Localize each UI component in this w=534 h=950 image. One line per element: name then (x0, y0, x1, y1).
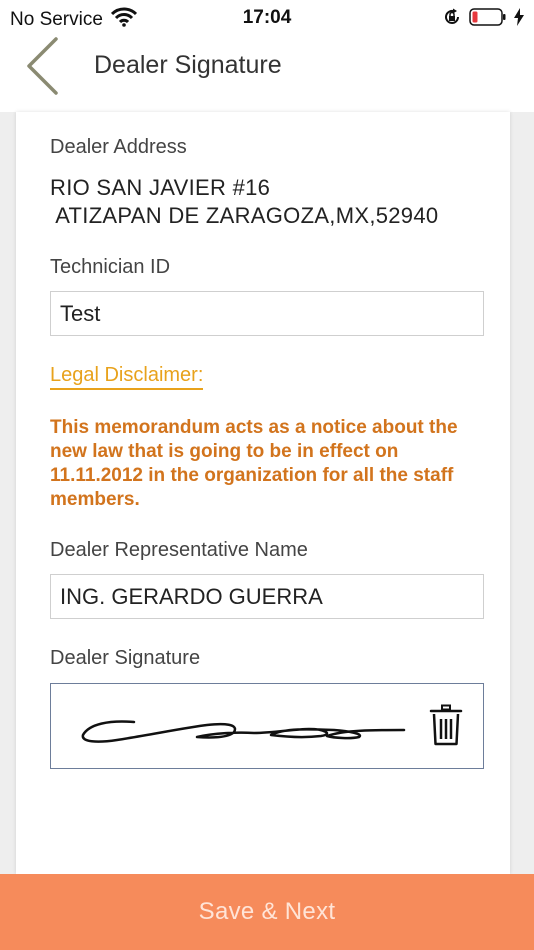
charging-bolt-icon (514, 8, 524, 32)
save-next-button[interactable]: Save & Next (0, 874, 534, 950)
trash-icon (429, 704, 463, 746)
form-card: Dealer Address RIO SAN JAVIER #16 ATIZAP… (16, 112, 510, 874)
page-title: Dealer Signature (94, 51, 282, 79)
legal-disclaimer-link[interactable]: Legal Disclaimer: (50, 364, 204, 390)
representative-name-input[interactable] (50, 574, 484, 619)
signature-pad[interactable] (50, 683, 484, 769)
status-right (435, 7, 524, 33)
battery-low-icon (469, 8, 507, 32)
technician-id-label: Technician ID (50, 256, 171, 278)
nav-bar: Dealer Signature (0, 36, 534, 112)
chevron-left-icon (27, 37, 58, 95)
dealer-address-value: RIO SAN JAVIER #16 ATIZAPAN DE ZARAGOZA,… (50, 175, 439, 228)
back-button[interactable] (20, 36, 70, 100)
orientation-lock-icon (442, 7, 462, 33)
technician-id-input[interactable] (50, 291, 484, 336)
dealer-signature-label: Dealer Signature (50, 647, 201, 669)
signature-stroke (81, 720, 406, 743)
dealer-address-label: Dealer Address (50, 136, 187, 158)
status-bar: No Service 17:04 (0, 0, 534, 36)
legal-disclaimer-text: This memorandum acts as a notice about t… (50, 417, 458, 510)
clear-signature-button[interactable] (429, 704, 463, 751)
representative-name-label: Dealer Representative Name (50, 539, 308, 561)
